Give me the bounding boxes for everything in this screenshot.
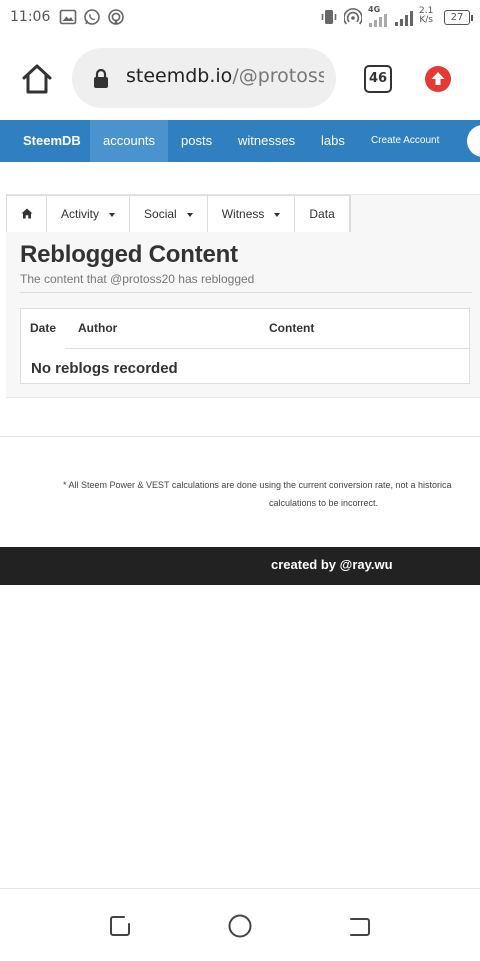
browser-toolbar: steemdb.io/@protoss2 46	[0, 36, 480, 120]
tab-switcher-button[interactable]: 46	[364, 65, 392, 93]
home-circle-icon[interactable]	[227, 913, 253, 939]
reblogs-table: Date Author Content No reblogs recorded	[20, 308, 470, 384]
footer-bar: created by @ray.wu	[0, 547, 480, 585]
recents-icon[interactable]	[107, 913, 133, 939]
nav-posts[interactable]: posts	[168, 120, 225, 162]
subnav-home[interactable]	[7, 196, 47, 232]
browser-home-icon[interactable]	[20, 62, 54, 96]
hotspot-status-icon	[344, 8, 362, 25]
home-icon	[21, 208, 32, 219]
network-speed: 2.1 K/s	[419, 7, 433, 25]
subnav-witness-label: Witness	[221, 207, 265, 221]
divider	[20, 292, 472, 293]
subnav-social[interactable]: Social	[130, 196, 208, 232]
column-header-date: Date	[30, 321, 57, 335]
column-header-author: Author	[78, 321, 118, 335]
site-navbar: SteemDB accounts posts witnesses labs Cr…	[0, 120, 480, 162]
battery-icon: 27	[444, 10, 473, 25]
nav-witnesses[interactable]: witnesses	[225, 120, 308, 162]
url-host: steemdb.io	[126, 65, 233, 87]
credit-link[interactable]: created by @ray.wu	[271, 557, 393, 572]
column-header-content: Content	[269, 321, 315, 335]
status-time: 11:06	[10, 9, 51, 25]
gallery-notification-icon	[59, 9, 77, 25]
network-speed-unit: K/s	[419, 15, 433, 25]
subnav-activity-label: Activity	[61, 207, 100, 221]
subnav-data-label: Data	[309, 207, 335, 221]
content-panel: Activity Social Witness Data Reblogged C…	[6, 194, 480, 398]
brand-link[interactable]: SteemDB	[10, 120, 94, 162]
account-subnav: Activity Social Witness Data	[6, 195, 351, 232]
page-subtitle: The content that @protoss20 has reblogge…	[20, 272, 255, 286]
divider	[65, 348, 263, 349]
url-text[interactable]: steemdb.io/@protoss2	[126, 65, 324, 87]
lock-icon	[94, 68, 108, 88]
nav-create-account[interactable]: Create Account	[358, 120, 452, 162]
disclaimer-line-2: calculations to be incorrect.	[269, 498, 379, 508]
page-title: Reblogged Content	[20, 241, 238, 268]
upload-button[interactable]	[425, 66, 451, 92]
back-icon[interactable]	[347, 913, 373, 939]
chevron-down-icon	[109, 212, 116, 217]
subnav-activity[interactable]: Activity	[47, 196, 131, 232]
upload-arrow-icon	[431, 72, 445, 85]
nav-labs[interactable]: labs	[308, 120, 358, 162]
signal-icon	[395, 11, 413, 26]
subnav-social-label: Social	[144, 207, 177, 221]
mobile-data-icon: 4G	[368, 5, 388, 27]
chevron-down-icon	[186, 212, 193, 217]
nav-accounts[interactable]: accounts	[90, 120, 169, 162]
divider	[263, 348, 469, 349]
hotspot-notification-icon	[108, 9, 124, 25]
disclaimer-line-1: * All Steem Power & VEST calculations ar…	[63, 480, 452, 490]
subnav-data[interactable]: Data	[295, 196, 350, 232]
subnav-witness[interactable]: Witness	[208, 196, 296, 232]
chevron-down-icon	[274, 212, 281, 217]
whatsapp-notification-icon	[84, 9, 100, 25]
empty-state-message: No reblogs recorded	[31, 360, 178, 377]
vibrate-icon	[321, 10, 337, 24]
nav-search-input[interactable]	[467, 125, 480, 157]
system-navigation-bar	[0, 888, 480, 961]
address-bar[interactable]: steemdb.io/@protoss2	[72, 48, 336, 108]
url-path: /@protoss2	[232, 65, 324, 87]
divider	[0, 436, 480, 437]
status-bar: 11:06 4G 2.1 K/s 27	[0, 0, 480, 36]
